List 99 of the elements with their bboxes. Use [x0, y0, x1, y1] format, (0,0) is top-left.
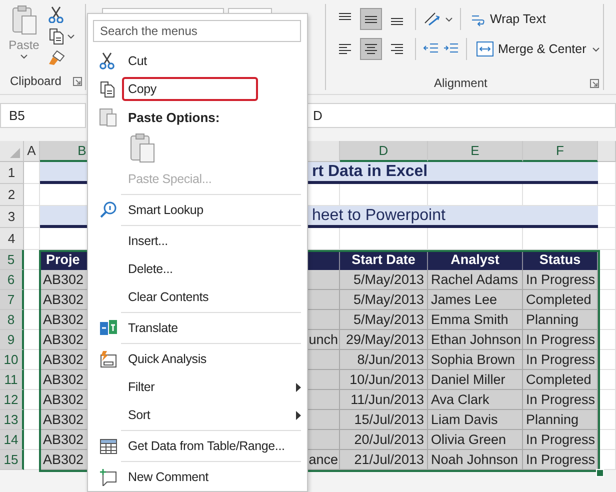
table-cell: In Progress	[523, 330, 598, 350]
table-cell: James Lee	[428, 290, 523, 310]
menu-item[interactable]: Delete...	[122, 257, 301, 281]
wrap-text-button[interactable]: Wrap Text	[468, 11, 548, 27]
orientation-icon[interactable]	[423, 11, 441, 27]
merge-cells-icon	[476, 41, 494, 57]
paste-icon	[99, 107, 117, 127]
table-cell: 5/May/2013	[340, 290, 428, 310]
table-cell: Olivia Green	[428, 430, 523, 450]
table-cell: Completed	[523, 370, 598, 390]
vertical-align-button[interactable]	[360, 8, 382, 30]
cut-icon[interactable]	[48, 6, 64, 23]
table-cell: 29/May/2013	[340, 330, 428, 350]
alignment-icon	[391, 44, 403, 54]
column-heading: Analyst	[428, 250, 523, 270]
row-header[interactable]: 15	[0, 450, 24, 470]
name-box[interactable]: B5	[0, 103, 86, 128]
horizontal-align-button[interactable]	[360, 38, 382, 60]
table-cell: Emma Smith	[428, 310, 523, 330]
table-cell: Rachel Adams	[428, 270, 523, 290]
alignment-icon	[339, 13, 351, 20]
menu-item[interactable]: Sort	[122, 403, 296, 427]
row-header[interactable]: 3	[0, 206, 24, 228]
submenu-arrow-icon	[296, 410, 301, 420]
copy-icon[interactable]	[48, 27, 64, 45]
row-header[interactable]: 5	[0, 250, 24, 270]
row-header[interactable]: 12	[0, 390, 24, 410]
menu-item[interactable]: Clear Contents	[122, 285, 301, 309]
group-label: Alignment	[434, 76, 488, 90]
table-cell: 8/Jun/2013	[340, 350, 428, 370]
table-cell: In Progress	[523, 270, 598, 290]
merge-center-button[interactable]: Merge & Center	[474, 41, 588, 57]
table-cell: Completed	[523, 290, 598, 310]
table-cell: 5/May/2013	[340, 310, 428, 330]
row-header[interactable]: 14	[0, 430, 24, 450]
table-cell: 15/Jul/2013	[340, 410, 428, 430]
table-cell: In Progress	[523, 430, 598, 450]
table-icon	[99, 437, 117, 455]
menu-item[interactable]: Cut	[122, 49, 301, 73]
alignment-icon	[339, 44, 351, 54]
copy-icon	[99, 80, 117, 98]
submenu-arrow-icon	[296, 382, 301, 392]
table-cell: Ava Clark	[428, 390, 523, 410]
caret-icon	[20, 54, 28, 59]
search-icon	[99, 201, 117, 219]
table-cell: In Progress	[523, 390, 598, 410]
sheet-subtitle: heet to Powerpoint	[312, 206, 446, 224]
translate-icon	[99, 319, 117, 337]
sheet-title: rt Data in Excel	[312, 162, 428, 180]
row-header[interactable]: 4	[0, 228, 24, 250]
table-cell: 11/Jun/2013	[340, 390, 428, 410]
menu-item[interactable]: Copy	[122, 77, 258, 101]
row-header[interactable]: 1	[0, 162, 24, 184]
dialog-launcher-icon[interactable]	[590, 78, 599, 88]
menu-item[interactable]: Insert...	[122, 229, 301, 253]
cut-icon	[99, 52, 117, 70]
caret-icon[interactable]	[67, 34, 75, 38]
search-field[interactable]: Search the menus	[93, 20, 301, 42]
table-cell: 10/Jun/2013	[340, 370, 428, 390]
row-header[interactable]: 13	[0, 410, 24, 430]
table-cell: Daniel Miller	[428, 370, 523, 390]
row-header[interactable]: 10	[0, 350, 24, 370]
table-cell: 21/Jul/2013	[340, 450, 428, 470]
caret-icon[interactable]	[592, 46, 600, 52]
caret-icon[interactable]	[445, 16, 453, 22]
table-cell: Ethan Johnson	[428, 330, 523, 350]
menu-item[interactable]: Quick Analysis	[122, 347, 301, 371]
menu-heading: Paste Options:	[127, 110, 220, 124]
table-cell: In Progress	[523, 450, 598, 470]
group-label: Clipboard	[10, 74, 62, 88]
column-header[interactable]: D	[340, 141, 428, 162]
alignment-icon	[391, 18, 403, 25]
row-header[interactable]: 2	[0, 184, 24, 206]
quick-analysis-icon	[99, 350, 117, 368]
fill-handle[interactable]	[596, 469, 604, 477]
table-cell: Noah Johnson	[428, 450, 523, 470]
alignment-icon	[365, 44, 377, 54]
row-header[interactable]: 7	[0, 290, 24, 310]
row-header[interactable]: 8	[0, 310, 24, 330]
table-cell: Planning	[523, 310, 598, 330]
table-cell: In Progress	[523, 350, 598, 370]
menu-item[interactable]: Smart Lookup	[122, 198, 301, 222]
alignment-icon	[365, 16, 377, 22]
table-cell: 5/May/2013	[340, 270, 428, 290]
row-header[interactable]: 6	[0, 270, 24, 290]
table-cell: Planning	[523, 410, 598, 430]
table-cell: 20/Jul/2013	[340, 430, 428, 450]
column-header[interactable]: E	[428, 141, 523, 162]
row-header[interactable]: 9	[0, 330, 24, 350]
column-heading: Status	[523, 250, 598, 270]
column-header[interactable]: F	[523, 141, 598, 162]
column-heading: Start Date	[340, 250, 428, 270]
dialog-launcher-icon[interactable]	[73, 76, 82, 86]
menu-item[interactable]: Filter	[122, 375, 296, 399]
format-painter-icon[interactable]	[48, 49, 65, 66]
comment-icon	[99, 468, 117, 486]
row-header[interactable]: 11	[0, 370, 24, 390]
table-cell: Sophia Brown	[428, 350, 523, 370]
table-cell: Liam Davis	[428, 410, 523, 430]
